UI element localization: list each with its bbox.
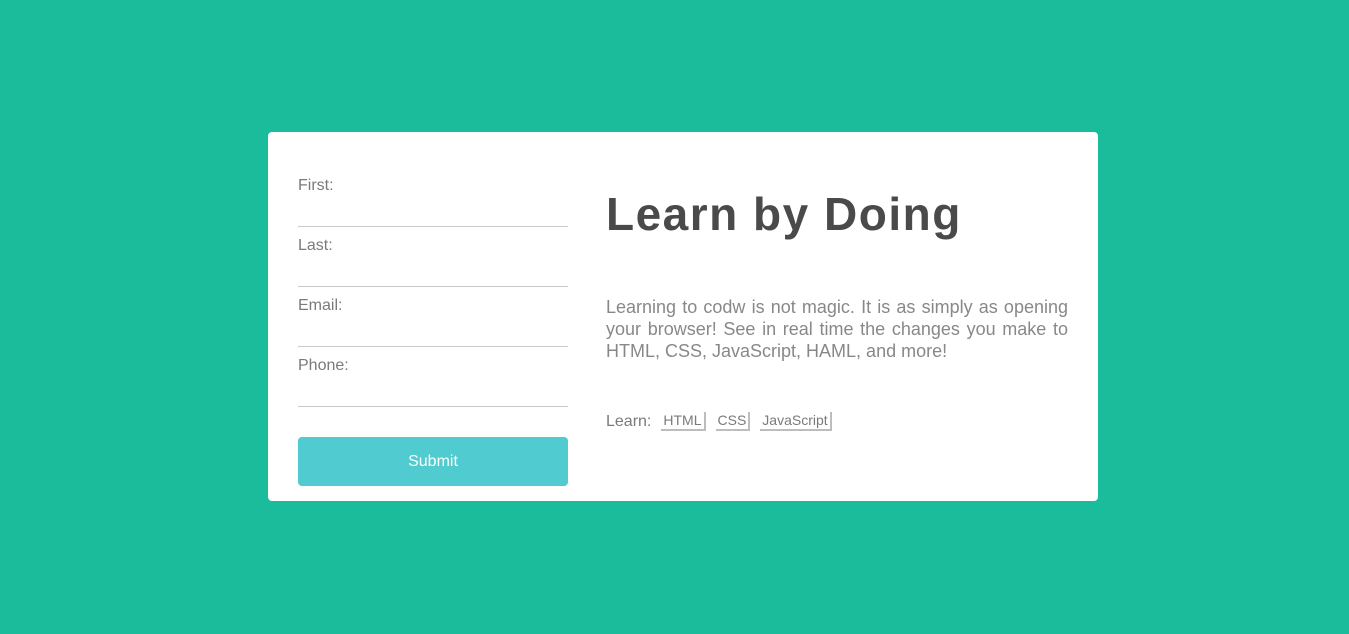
phone-field: Phone: [298,347,568,407]
description-text: Learning to codw is not magic. It is as … [606,297,1068,361]
info-panel: Learn by Doing Learning to codw is not m… [606,184,1068,431]
last-name-field: Last: [298,227,568,287]
signup-form: First: Last: Email: Phone: Submit [298,167,568,486]
last-name-input[interactable] [358,233,568,259]
phone-input[interactable] [358,353,568,379]
tag-javascript[interactable]: JavaScript [760,412,832,431]
signup-card: First: Last: Email: Phone: Submit Learn … [268,132,1098,501]
first-name-field: First: [298,167,568,227]
email-input[interactable] [358,293,568,319]
learn-label: Learn: [606,412,652,430]
learn-row: Learn: HTML CSS JavaScript [606,412,1068,431]
submit-button[interactable]: Submit [298,437,568,486]
tag-html[interactable]: HTML [661,412,706,431]
phone-label: Phone: [298,357,349,374]
first-name-input[interactable] [358,173,568,199]
tag-css[interactable]: CSS [715,412,751,431]
email-field: Email: [298,287,568,347]
email-label: Email: [298,297,343,314]
page-title: Learn by Doing [606,188,962,240]
first-name-label: First: [298,177,334,194]
last-name-label: Last: [298,237,333,254]
